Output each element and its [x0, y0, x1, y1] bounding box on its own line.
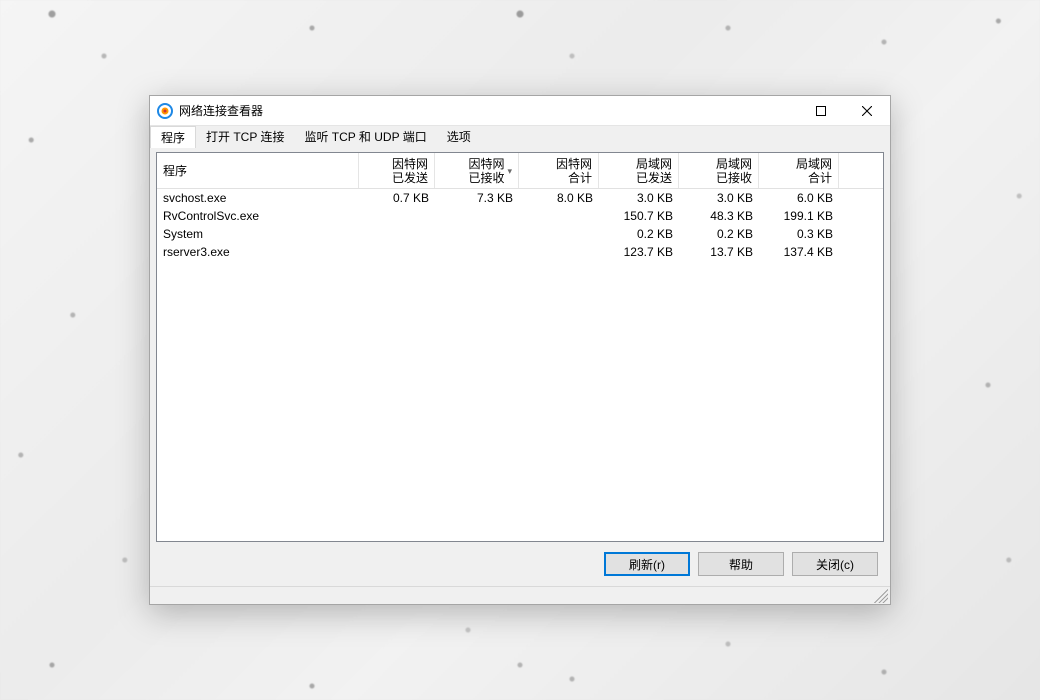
data-cell: 6.0 KB [759, 191, 839, 205]
resize-grip-icon[interactable] [874, 589, 888, 603]
status-bar [150, 586, 890, 604]
table-row[interactable]: svchost.exe0.7 KB7.3 KB8.0 KB3.0 KB3.0 K… [157, 189, 883, 207]
maximize-button[interactable] [798, 96, 844, 125]
process-listview: 程序因特网已发送因特网已接收▾因特网合计局域网已发送局域网已接收局域网合计 sv… [156, 152, 884, 542]
refresh-button[interactable]: 刷新(r) [604, 552, 690, 576]
network-connection-viewer-window: 网络连接查看器 程序打开 TCP 连接监听 TCP 和 UDP 端口选项 程序因… [149, 95, 891, 605]
tab-strip: 程序打开 TCP 连接监听 TCP 和 UDP 端口选项 [150, 126, 890, 148]
data-cell: 0.7 KB [359, 191, 435, 205]
dialog-button-row: 刷新(r) 帮助 关闭(c) [156, 542, 884, 582]
titlebar[interactable]: 网络连接查看器 [150, 96, 890, 126]
data-cell: 137.4 KB [759, 245, 839, 259]
data-cell: 3.0 KB [679, 191, 759, 205]
data-cell: 0.2 KB [599, 227, 679, 241]
process-name-cell: svchost.exe [157, 191, 359, 205]
table-row[interactable]: System0.2 KB0.2 KB0.3 KB [157, 225, 883, 243]
data-cell: 150.7 KB [599, 209, 679, 223]
sort-indicator-icon: ▾ [507, 164, 512, 178]
listview-body[interactable]: svchost.exe0.7 KB7.3 KB8.0 KB3.0 KB3.0 K… [157, 189, 883, 541]
process-name-cell: System [157, 227, 359, 241]
data-cell: 199.1 KB [759, 209, 839, 223]
table-row[interactable]: RvControlSvc.exe 150.7 KB48.3 KB199.1 KB [157, 207, 883, 225]
column-header-2[interactable]: 因特网已接收▾ [435, 153, 519, 188]
tab-content: 程序因特网已发送因特网已接收▾因特网合计局域网已发送局域网已接收局域网合计 sv… [150, 148, 890, 586]
tab-1[interactable]: 打开 TCP 连接 [196, 126, 294, 147]
process-name-cell: RvControlSvc.exe [157, 209, 359, 223]
close-window-button[interactable] [844, 96, 890, 125]
window-title: 网络连接查看器 [179, 102, 263, 119]
data-cell: 48.3 KB [679, 209, 759, 223]
app-icon [157, 103, 173, 119]
help-button[interactable]: 帮助 [698, 552, 784, 576]
column-header-1[interactable]: 因特网已发送 [359, 153, 435, 188]
window-buttons [798, 96, 890, 125]
data-cell: 13.7 KB [679, 245, 759, 259]
column-header-6[interactable]: 局域网合计 [759, 153, 839, 188]
data-cell: 0.2 KB [679, 227, 759, 241]
data-cell: 0.3 KB [759, 227, 839, 241]
column-header-5[interactable]: 局域网已接收 [679, 153, 759, 188]
tab-2[interactable]: 监听 TCP 和 UDP 端口 [294, 126, 436, 147]
tab-0[interactable]: 程序 [150, 126, 196, 148]
close-button[interactable]: 关闭(c) [792, 552, 878, 576]
data-cell: 123.7 KB [599, 245, 679, 259]
process-name-cell: rserver3.exe [157, 245, 359, 259]
listview-header: 程序因特网已发送因特网已接收▾因特网合计局域网已发送局域网已接收局域网合计 [157, 153, 883, 189]
tab-3[interactable]: 选项 [437, 126, 481, 147]
column-header-3[interactable]: 因特网合计 [519, 153, 599, 188]
data-cell: 3.0 KB [599, 191, 679, 205]
column-header-4[interactable]: 局域网已发送 [599, 153, 679, 188]
data-cell: 8.0 KB [519, 191, 599, 205]
data-cell: 7.3 KB [435, 191, 519, 205]
table-row[interactable]: rserver3.exe 123.7 KB13.7 KB137.4 KB [157, 243, 883, 261]
column-header-0[interactable]: 程序 [157, 153, 359, 188]
